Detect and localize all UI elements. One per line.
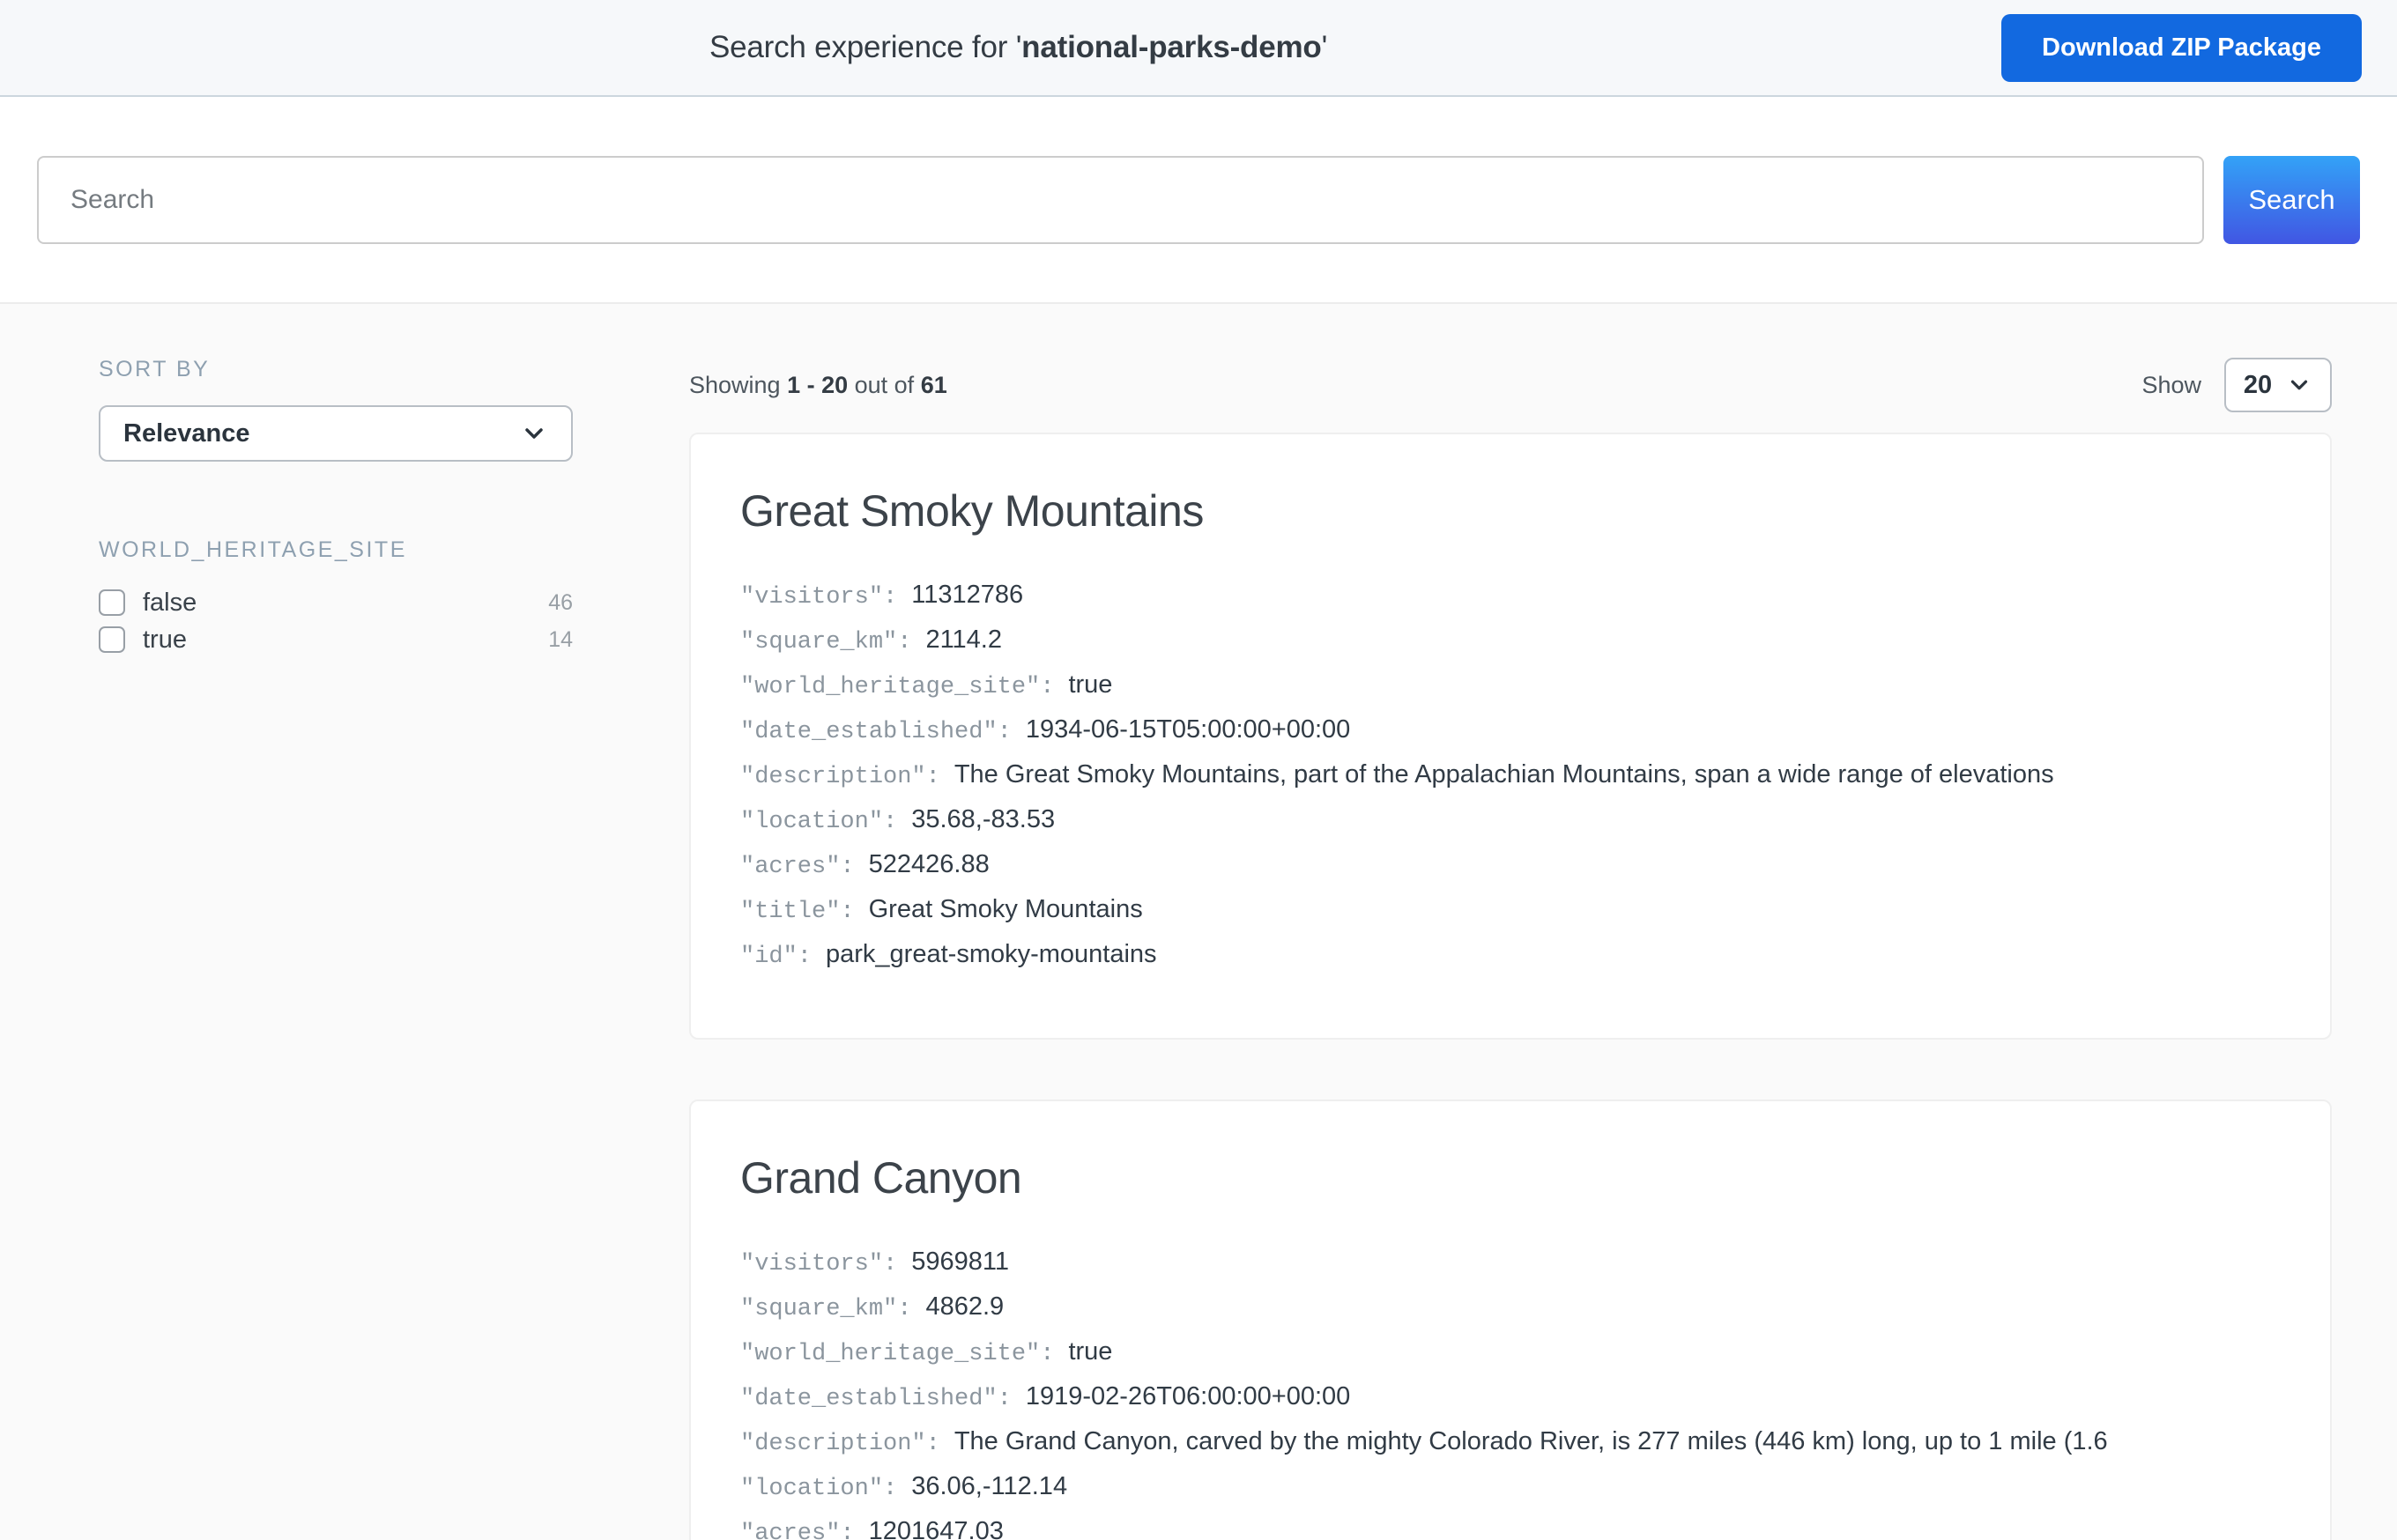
results-column: Showing 1 - 20 out of 61 Show 20 Great S… (689, 357, 2332, 1540)
search-button[interactable]: Search (2223, 156, 2360, 244)
facet-option-label: false (143, 589, 197, 618)
content-area: SORT BY Relevance WORLD_HERITAGE_SITE fa… (0, 302, 2397, 1540)
search-bar: Search (0, 97, 2397, 302)
results-count-total: 61 (921, 372, 947, 398)
result-field: "date_established": 1919-02-26T06:00:00+… (740, 1382, 2281, 1412)
field-key: "visitors": (740, 1251, 897, 1277)
show-label: Show (2141, 372, 2201, 399)
field-key: "acres": (740, 1521, 855, 1540)
result-field: "world_heritage_site": true (740, 1337, 2281, 1367)
result-field: "square_km": 2114.2 (740, 626, 2281, 655)
field-key: "description": (740, 764, 940, 790)
field-value: 5969811 (911, 1248, 1009, 1277)
results-meta-row: Showing 1 - 20 out of 61 Show 20 (689, 357, 2332, 413)
field-value: true (1068, 1337, 1112, 1366)
results-count-middle: out of (848, 372, 921, 398)
page-size-value: 20 (2244, 371, 2272, 400)
field-value: The Grand Canyon, carved by the mighty C… (954, 1427, 2108, 1456)
result-field: "location": 36.06,-112.14 (740, 1472, 2281, 1502)
result-field: "date_established": 1934-06-15T05:00:00+… (740, 715, 2281, 745)
field-value: 1201647.03 (869, 1517, 1004, 1540)
download-zip-button[interactable]: Download ZIP Package (2001, 14, 2362, 82)
facet-option-count: 46 (548, 590, 573, 616)
field-key: "acres": (740, 854, 855, 880)
result-field: "square_km": 4862.9 (740, 1292, 2281, 1322)
chevron-down-icon (520, 419, 548, 448)
result-card: Grand Canyon "visitors": 5969811 "square… (689, 1099, 2332, 1540)
field-value: 522426.88 (869, 850, 990, 879)
field-key: "world_heritage_site": (740, 1341, 1054, 1367)
field-key: "square_km": (740, 1296, 911, 1322)
result-card: Great Smoky Mountains "visitors": 113127… (689, 433, 2332, 1040)
chevron-down-icon (2286, 372, 2312, 398)
results-count-prefix: Showing (689, 372, 787, 398)
field-value: true (1068, 670, 1112, 700)
facet-option-false[interactable]: false 46 (99, 586, 573, 619)
page-title: Search experience for 'national-parks-de… (35, 30, 2001, 65)
page-size-select[interactable]: 20 (2224, 358, 2332, 412)
result-field: "acres": 522426.88 (740, 850, 2281, 880)
field-value: 2114.2 (925, 626, 1002, 655)
sort-select[interactable]: Relevance (99, 405, 573, 462)
field-value: 4862.9 (925, 1292, 1004, 1322)
page-title-suffix: ' (1322, 30, 1327, 64)
field-value: 36.06,-112.14 (911, 1472, 1067, 1501)
result-field: "description": The Great Smoky Mountains… (740, 760, 2281, 790)
checkbox-icon[interactable] (99, 589, 125, 616)
facet-option-true[interactable]: true 14 (99, 623, 573, 656)
result-title: Grand Canyon (740, 1152, 2281, 1203)
field-value: The Great Smoky Mountains, part of the A… (954, 760, 2054, 789)
page-title-prefix: Search experience for ' (709, 30, 1021, 64)
sort-by-label: SORT BY (99, 357, 573, 382)
results-count: Showing 1 - 20 out of 61 (689, 372, 947, 399)
field-value: Great Smoky Mountains (869, 895, 1143, 924)
page-size-group: Show 20 (2141, 358, 2332, 412)
facet-label: WORLD_HERITAGE_SITE (99, 537, 573, 563)
checkbox-icon[interactable] (99, 626, 125, 653)
app-header: Search experience for 'national-parks-de… (0, 0, 2397, 97)
field-key: "visitors": (740, 584, 897, 611)
field-value: park_great-smoky-mountains (826, 940, 1157, 969)
field-key: "title": (740, 899, 855, 925)
facet-option-label: true (143, 626, 187, 655)
result-field: "visitors": 5969811 (740, 1248, 2281, 1277)
engine-name: national-parks-demo (1021, 30, 1321, 64)
field-value: 1934-06-15T05:00:00+00:00 (1026, 715, 1350, 744)
search-input[interactable] (37, 156, 2204, 244)
results-count-range: 1 - 20 (787, 372, 848, 398)
field-key: "id": (740, 944, 812, 970)
facet-option-count: 14 (548, 627, 573, 653)
result-title: Great Smoky Mountains (740, 485, 2281, 537)
result-field: "title": Great Smoky Mountains (740, 895, 2281, 925)
field-value: 35.68,-83.53 (911, 805, 1055, 834)
field-key: "description": (740, 1431, 940, 1457)
sort-selected-value: Relevance (123, 419, 520, 448)
result-field: "id": park_great-smoky-mountains (740, 940, 2281, 970)
result-field: "visitors": 11312786 (740, 581, 2281, 611)
result-field: "acres": 1201647.03 (740, 1517, 2281, 1540)
field-key: "location": (740, 809, 897, 835)
field-key: "date_established": (740, 719, 1012, 745)
result-field: "description": The Grand Canyon, carved … (740, 1427, 2281, 1457)
field-value: 11312786 (911, 581, 1023, 610)
field-value: 1919-02-26T06:00:00+00:00 (1026, 1382, 1350, 1411)
sidebar: SORT BY Relevance WORLD_HERITAGE_SITE fa… (99, 357, 573, 1540)
field-key: "square_km": (740, 629, 911, 655)
field-key: "location": (740, 1476, 897, 1502)
facet-options: false 46 true 14 (99, 586, 573, 656)
result-field: "location": 35.68,-83.53 (740, 805, 2281, 835)
field-key: "world_heritage_site": (740, 674, 1054, 700)
field-key: "date_established": (740, 1386, 1012, 1412)
result-field: "world_heritage_site": true (740, 670, 2281, 700)
